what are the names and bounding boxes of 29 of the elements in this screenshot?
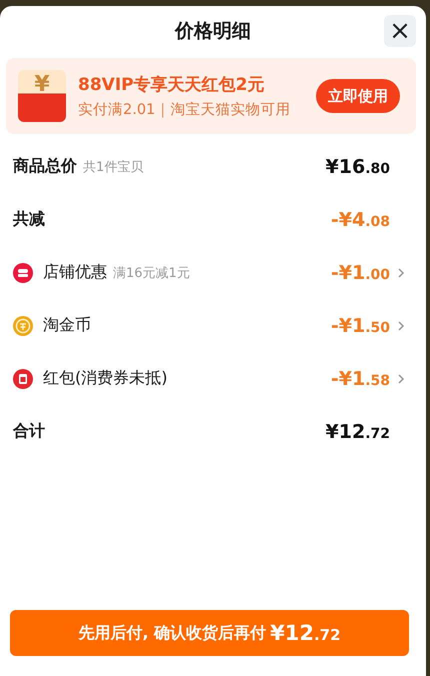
promo-subtitle: 实付满2.01｜淘宝天猫实物可用: [78, 100, 292, 119]
close-button[interactable]: ×: [384, 15, 416, 47]
row-amount: ¥12.72: [326, 420, 390, 442]
row-label: 商品总价: [13, 156, 77, 177]
store-icon: [13, 262, 33, 282]
discount-row[interactable]: 红包(消费券未抵) -¥1.58: [0, 352, 426, 405]
envelope-icon: [13, 368, 33, 388]
row-label: 店铺优惠: [43, 262, 107, 283]
row-label: 共减: [13, 209, 45, 230]
row-label: 淘金币: [43, 315, 91, 336]
sheet-title: 价格明细: [175, 19, 251, 44]
coin-icon: [13, 316, 33, 336]
discount-row[interactable]: 店铺优惠 满16元减1元 -¥1.00: [0, 246, 426, 299]
row-amount: -¥1.00: [330, 262, 390, 284]
row-amount: ¥16.80: [326, 156, 390, 178]
promo-title: 88VIP专享天天红包2元: [78, 74, 266, 96]
chevron-icon: [396, 320, 406, 332]
chevron-icon: [396, 372, 406, 384]
row-amount: -¥1.58: [330, 368, 390, 390]
row-hint: 满16元减1元: [113, 264, 190, 282]
row-amount: -¥1.50: [330, 314, 390, 336]
envelope-icon: ¥: [18, 70, 66, 122]
use-now-button[interactable]: 立即使用: [316, 79, 400, 113]
chevron-icon: [396, 266, 406, 278]
row-amount: -¥4.08: [330, 208, 390, 230]
row-label: 合计: [13, 421, 45, 442]
row-label: 红包(消费券未抵): [43, 368, 168, 389]
row-hint: 共1件宝贝: [83, 158, 144, 176]
discount-row[interactable]: 淘金币 -¥1.50: [0, 299, 426, 352]
